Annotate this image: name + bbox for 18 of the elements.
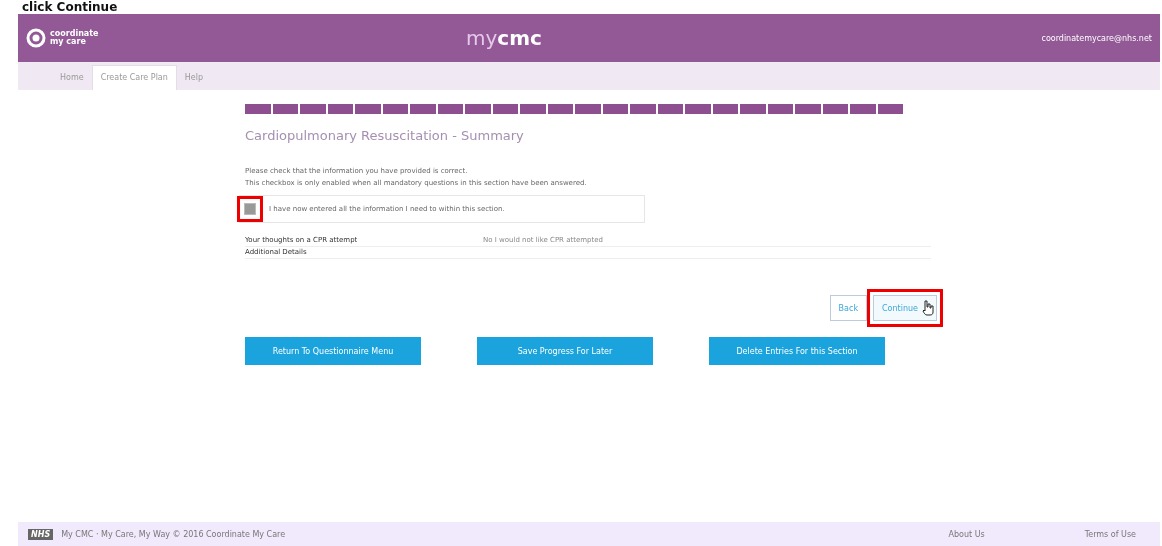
brand-title: mycmc xyxy=(466,26,543,50)
nav-tab[interactable]: Create Care Plan xyxy=(91,65,177,90)
action-button[interactable]: Save Progress For Later xyxy=(477,337,653,365)
nav-tab[interactable]: Home xyxy=(52,66,92,90)
user-email[interactable]: coordinatemycare@nhs.net xyxy=(712,33,1152,43)
action-button[interactable]: Return To Questionnaire Menu xyxy=(245,337,421,365)
action-button[interactable]: Delete Entries For this Section xyxy=(709,337,885,365)
logo-icon xyxy=(26,28,46,48)
caption: click Continue xyxy=(21,0,119,14)
nhs-badge: NHS xyxy=(28,528,54,540)
footer-text: My CMC · My Care, My Way © 2016 Coordinate My Care xyxy=(61,529,286,539)
nav-tab[interactable]: Help xyxy=(176,66,212,90)
footer-link[interactable]: Terms of Use xyxy=(1084,529,1136,539)
footer-link[interactable]: About Us xyxy=(948,529,985,539)
logo-text: coordinate my care xyxy=(50,30,99,46)
hand-cursor-icon xyxy=(922,300,934,316)
section-title: Cardiopulmonary Resuscitation - Summary xyxy=(245,128,525,143)
nav-button[interactable]: Back xyxy=(829,295,867,321)
